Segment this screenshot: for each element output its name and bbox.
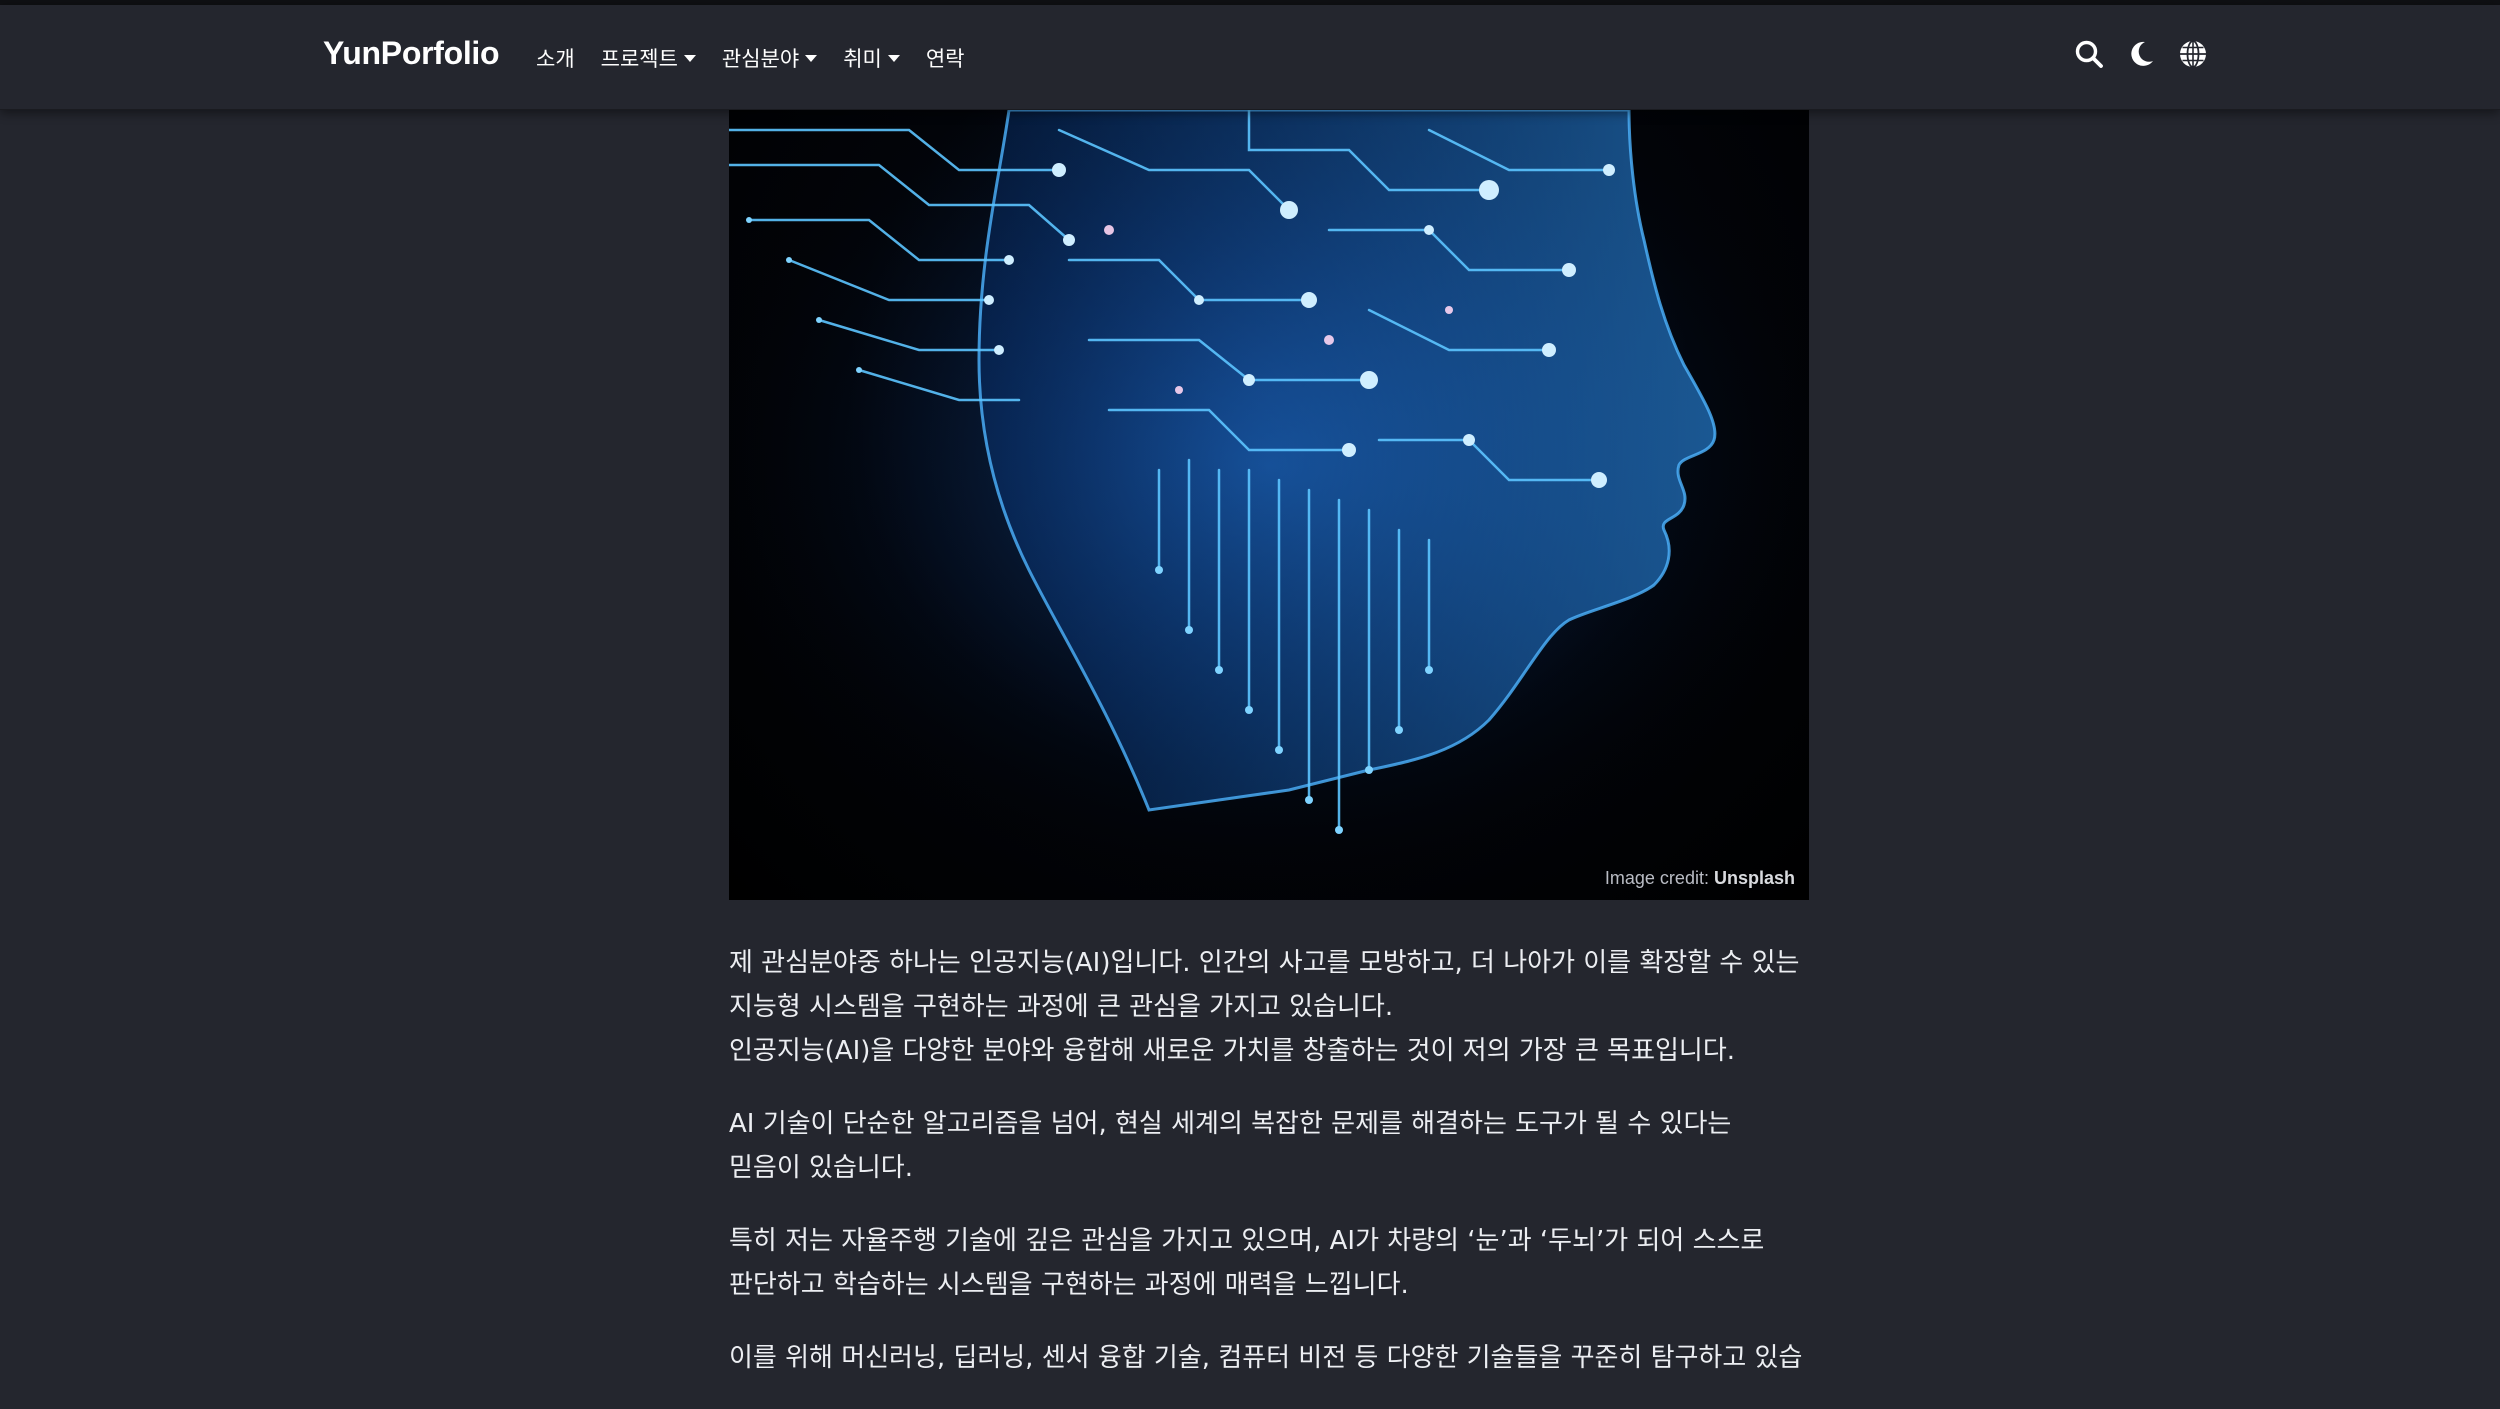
hero-image-ai-head: Image credit: Unsplash xyxy=(729,110,1809,900)
nav-item-interests-label: 관심분야 xyxy=(721,46,800,71)
image-credit-source-link[interactable]: Unsplash xyxy=(1714,868,1795,888)
navbar: YunPorfolio 소개 프로젝트 관심분야 취미 연락 xyxy=(0,5,2500,110)
caret-down-icon xyxy=(683,55,696,62)
image-credit-prefix: Image credit: xyxy=(1604,868,1709,888)
caret-down-icon xyxy=(887,55,900,62)
nav-item-projects-label: 프로젝트 xyxy=(600,46,678,71)
nav-icon-group xyxy=(2074,39,2208,69)
nav-item-intro-label: 소개 xyxy=(536,46,575,71)
paragraph-intro: 제 관심분야중 하나는 인공지능(AI)입니다. 인간의 사고를 모방하고, 더… xyxy=(729,941,1809,1073)
paragraph-autonomous-driving: 특히 저는 자율주행 기술에 깊은 관심을 가지고 있으며, AI가 차량의 ‘… xyxy=(729,1226,1765,1300)
nav-menu: 소개 프로젝트 관심분야 취미 연락 xyxy=(536,5,964,110)
nav-item-intro[interactable]: 소개 xyxy=(536,43,575,73)
theme-toggle-button[interactable] xyxy=(2126,39,2156,69)
nav-item-projects[interactable]: 프로젝트 xyxy=(601,43,696,73)
language-button[interactable] xyxy=(2178,39,2208,69)
image-credit: Image credit: Unsplash xyxy=(1605,868,1795,889)
caret-down-icon xyxy=(805,55,818,62)
paragraph-ai-belief: AI 기술이 단순한 알고리즘을 넘어, 현실 세계의 복잡한 문제를 해결하는… xyxy=(729,1109,1732,1183)
nav-item-interests[interactable]: 관심분야 xyxy=(721,43,818,73)
paragraph-technologies: 이를 위해 머신러닝, 딥러닝, 센서 융합 기술, 컴퓨터 비전 등 다양한 … xyxy=(729,1343,1803,1373)
search-button[interactable] xyxy=(2074,39,2104,69)
ai-head-illustration xyxy=(729,110,1809,900)
article-body: 제 관심분야중 하나는 인공지능(AI)입니다. 인간의 사고를 모방하고, 더… xyxy=(729,941,1809,1380)
nav-item-contact[interactable]: 연락 xyxy=(926,43,965,73)
brand-logo[interactable]: YunPorfolio xyxy=(323,35,500,72)
paragraph-intro-line-2: 인공지능(AI)을 다양한 분야와 융합해 새로운 가치를 창출하는 것이 저의… xyxy=(729,1036,1736,1066)
globe-icon xyxy=(2180,40,2206,68)
paragraph-intro-line-1: 제 관심분야중 하나는 인공지능(AI)입니다. 인간의 사고를 모방하고, 더… xyxy=(729,948,1800,1022)
moon-icon xyxy=(2131,41,2153,66)
nav-item-contact-label: 연락 xyxy=(925,46,965,71)
main-content: Image credit: Unsplash 제 관심분야중 하나는 인공지능(… xyxy=(729,110,1809,1409)
nav-item-hobbies[interactable]: 취미 xyxy=(843,43,900,73)
search-icon xyxy=(2075,40,2103,68)
nav-item-hobbies-label: 취미 xyxy=(843,46,882,71)
